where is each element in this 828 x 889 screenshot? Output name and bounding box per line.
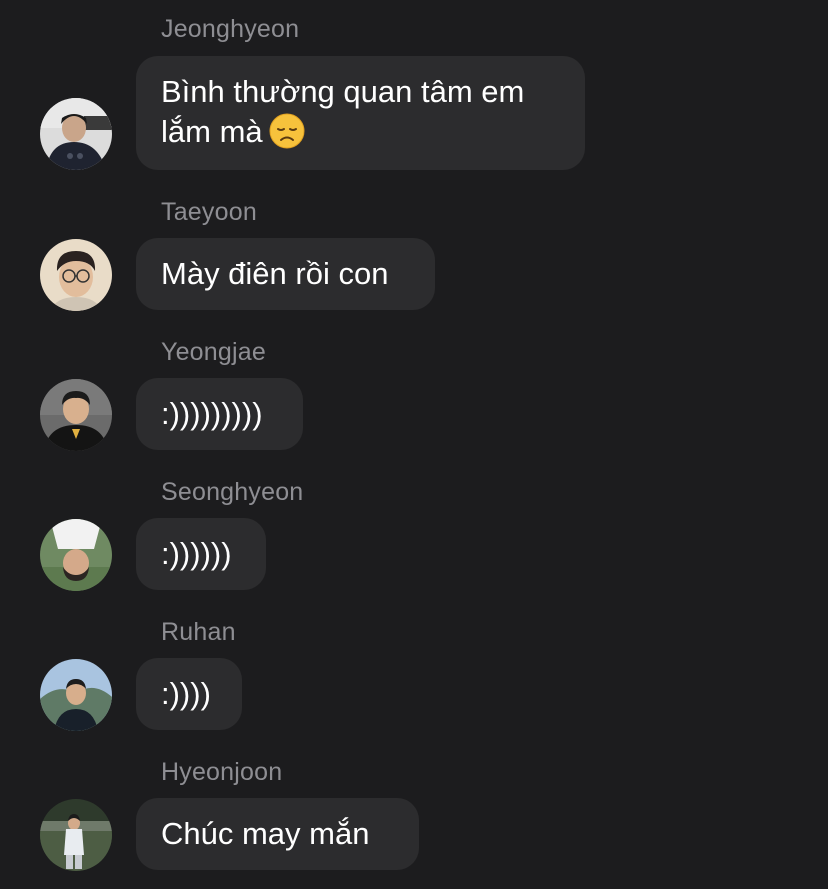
message-text: :)))))) [161, 536, 232, 571]
message-bubble[interactable]: :))))))))) [136, 378, 303, 450]
avatar[interactable] [40, 239, 112, 311]
message-text: :)))) [161, 676, 211, 711]
message-bubble[interactable]: Chúc may mắn [136, 798, 419, 870]
sender-name: Taeyoon [161, 198, 257, 226]
sender-name: Hyeonjoon [161, 758, 283, 786]
message-text: :))))))))) [161, 396, 263, 431]
sender-name: Jeonghyeon [161, 15, 300, 43]
message-text: lắm mà [161, 114, 263, 149]
message-text-line-2: lắm mà [161, 112, 560, 152]
avatar[interactable] [40, 98, 112, 170]
disappointed-face-icon [269, 113, 305, 149]
message-bubble[interactable]: :)))))) [136, 518, 266, 590]
message-text: Mày điên rồi con [161, 256, 389, 291]
avatar[interactable] [40, 799, 112, 871]
message-bubble[interactable]: Bình thường quan tâm em lắm mà [136, 56, 585, 170]
avatar[interactable] [40, 519, 112, 591]
message-text: Chúc may mắn [161, 816, 370, 851]
avatar[interactable] [40, 379, 112, 451]
message-bubble[interactable]: Mày điên rồi con [136, 238, 435, 310]
sender-name: Seonghyeon [161, 478, 304, 506]
chat-thread: Jeonghyeon Bình thường quan tâm em lắm m… [0, 0, 828, 889]
sender-name: Yeongjae [161, 338, 266, 366]
message-bubble[interactable]: :)))) [136, 658, 242, 730]
avatar[interactable] [40, 659, 112, 731]
sender-name: Ruhan [161, 618, 236, 646]
message-text: Bình thường quan tâm em [161, 74, 525, 109]
